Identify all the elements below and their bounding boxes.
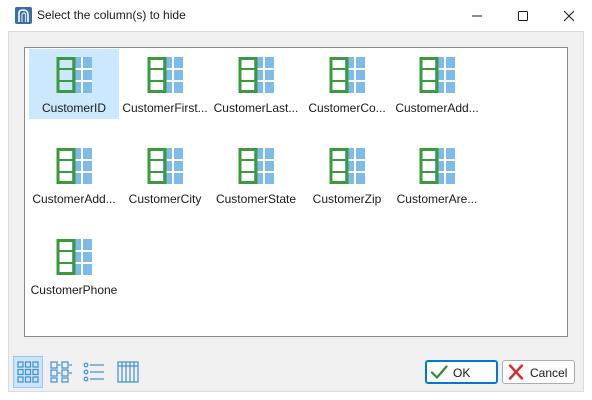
table-column-icon xyxy=(56,239,92,275)
details-view-icon xyxy=(117,361,139,383)
ok-button[interactable]: OK xyxy=(425,360,498,384)
table-column-icon xyxy=(329,57,365,93)
list-item[interactable]: CustomerState xyxy=(211,140,301,210)
list-view-button[interactable] xyxy=(79,356,109,388)
list-item[interactable]: CustomerAdd... xyxy=(392,49,482,119)
large-icons-view-icon xyxy=(17,361,39,383)
item-label: CustomerZip xyxy=(312,192,382,206)
checkmark-icon xyxy=(430,365,448,379)
list-item[interactable]: CustomerZip xyxy=(302,140,392,210)
list-item[interactable]: CustomerLast... xyxy=(211,49,301,119)
item-label: CustomerPhone xyxy=(30,283,118,297)
window-title: Select the column(s) to hide xyxy=(37,8,186,22)
item-label: CustomerState xyxy=(215,192,297,206)
close-button[interactable] xyxy=(546,0,592,31)
maximize-button[interactable] xyxy=(500,0,546,31)
maximize-icon xyxy=(518,10,528,21)
item-label: CustomerCo... xyxy=(308,101,386,115)
column-list[interactable]: CustomerID CustomerFirst... CustomerLast… xyxy=(24,47,568,337)
table-column-icon xyxy=(419,57,455,93)
cancel-button[interactable]: Cancel xyxy=(502,360,575,384)
list-item[interactable]: CustomerFirst... xyxy=(120,49,210,119)
table-column-icon xyxy=(419,148,455,184)
list-item[interactable]: CustomerAre... xyxy=(392,140,482,210)
list-item[interactable]: CustomerAdd... xyxy=(29,140,119,210)
close-icon xyxy=(563,10,575,21)
details-view-button[interactable] xyxy=(113,356,143,388)
ok-label: OK xyxy=(453,366,471,380)
tiles-view-button[interactable] xyxy=(46,356,76,388)
list-item[interactable]: CustomerPhone xyxy=(29,231,119,301)
minimize-icon xyxy=(472,15,482,16)
table-column-icon xyxy=(238,148,274,184)
item-label: CustomerID xyxy=(41,101,106,115)
table-column-icon xyxy=(147,148,183,184)
table-column-icon xyxy=(56,148,92,184)
cancel-x-icon xyxy=(508,364,524,380)
list-view-icon xyxy=(83,362,104,382)
item-label: CustomerAdd... xyxy=(395,101,479,115)
tiles-view-icon xyxy=(50,361,72,383)
item-label: CustomerAdd... xyxy=(32,192,116,206)
table-column-icon xyxy=(56,57,92,93)
cancel-label: Cancel xyxy=(530,366,568,380)
table-column-icon xyxy=(329,148,365,184)
item-label: CustomerAre... xyxy=(396,192,478,206)
large-icons-view-button[interactable] xyxy=(13,356,43,388)
table-column-icon xyxy=(238,57,274,93)
app-logo-icon xyxy=(15,7,32,24)
list-item[interactable]: CustomerCo... xyxy=(302,49,392,119)
item-label: CustomerFirst... xyxy=(122,101,208,115)
table-column-icon xyxy=(147,57,183,93)
title-bar: Select the column(s) to hide xyxy=(0,0,592,31)
item-label: CustomerCity xyxy=(128,192,202,206)
item-label: CustomerLast... xyxy=(213,101,299,115)
minimize-button[interactable] xyxy=(454,0,500,31)
list-item[interactable]: CustomerCity xyxy=(120,140,210,210)
list-item[interactable]: CustomerID xyxy=(29,49,119,119)
